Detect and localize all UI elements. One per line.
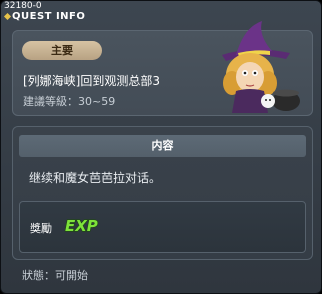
- status-separator: ：: [44, 269, 55, 282]
- title-diamond-icon: [3, 12, 12, 21]
- recommended-level: 建議等級：30~59: [23, 93, 115, 109]
- quest-name: [列娜海峡]回到观测总部3: [23, 74, 160, 88]
- level-label: 建議等級: [23, 95, 67, 108]
- status-value: 可開始: [55, 269, 88, 282]
- quest-description: 继续和魔女芭芭拉对话。: [29, 171, 162, 185]
- quest-status: 狀態：可開始: [22, 267, 88, 283]
- quest-type-badge: 主要: [22, 41, 102, 60]
- exp-icon: EXP: [64, 216, 98, 235]
- reward-box: 獎勵 EXP: [19, 201, 306, 253]
- status-label: 狀態: [22, 269, 44, 282]
- witch-npc-portrait: [222, 21, 300, 113]
- exp-icon-text: EXP: [65, 217, 98, 235]
- quest-id: 32180-0: [4, 1, 42, 11]
- quest-summary-panel: 主要 [列娜海峡]回到观测总部3 建議等級：30~59: [12, 21, 313, 116]
- level-range: 30~59: [78, 95, 116, 108]
- reward-label: 獎勵: [30, 222, 52, 235]
- quest-content-panel: 内容 继续和魔女芭芭拉对话。 獎勵 EXP: [12, 126, 313, 260]
- window-title: QUEST INFO: [12, 11, 86, 22]
- level-separator: ：: [67, 95, 78, 108]
- content-header: 内容: [19, 135, 306, 157]
- quest-info-window: 32180-0 QUEST INFO 主要 [列娜海峡]回到观测总部3 建議等級…: [0, 0, 322, 294]
